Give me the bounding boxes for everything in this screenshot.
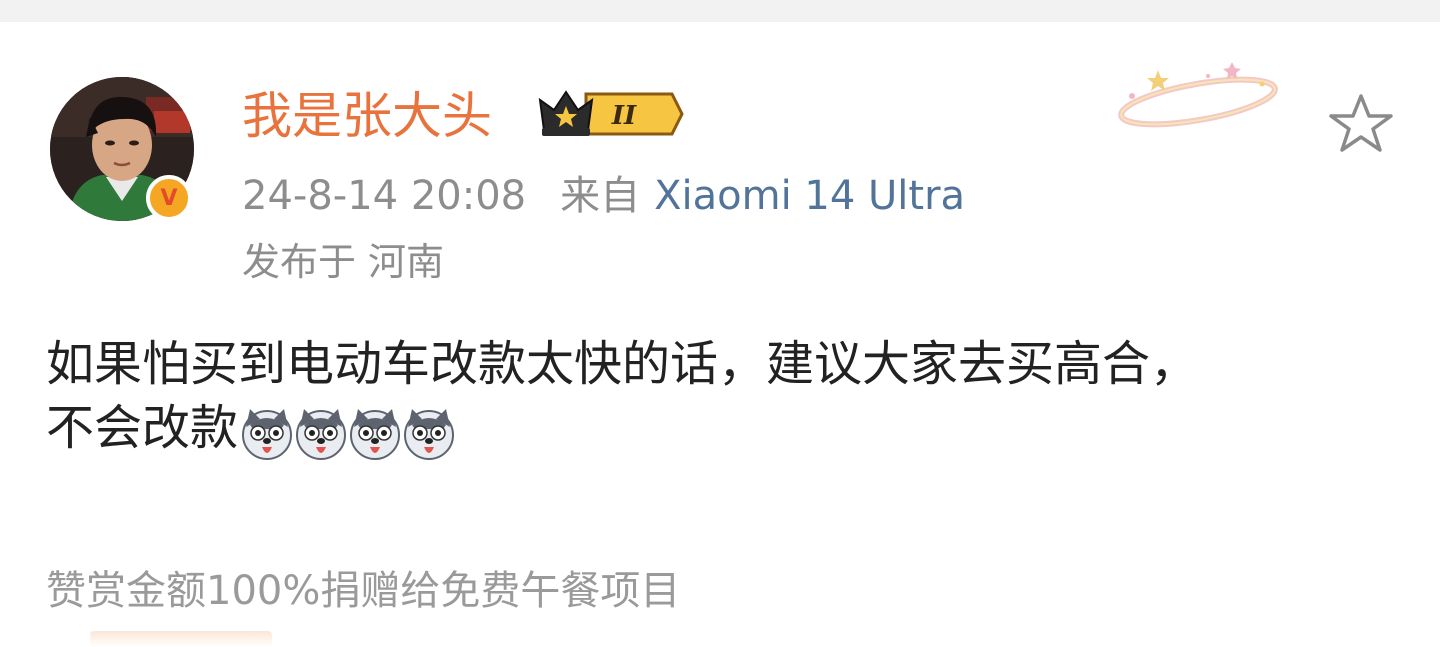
post-body: 如果怕买到电动车改款太快的话，建议大家去买高合， 不会改款: [46, 332, 1416, 463]
post-text-line-2-text: 不会改款: [46, 400, 239, 456]
halo-decoration-icon: [1118, 62, 1278, 128]
source-label: 来自: [560, 173, 641, 219]
post-meta: 24-8-14 20:08 来自 Xiaomi 14 Ultra: [242, 170, 965, 222]
username[interactable]: 我是张大头: [242, 84, 492, 148]
location-label: 发布于: [242, 240, 357, 284]
top-divider-strip: [0, 0, 1440, 22]
location-value: 河南: [368, 240, 445, 284]
husky-dog-emoji: [296, 409, 347, 460]
husky-dog-emoji: [242, 409, 293, 460]
emoji-row: [240, 399, 456, 463]
post-text-line-2: 不会改款: [46, 396, 1416, 463]
post-location: 发布于 河南: [242, 236, 444, 288]
post-time: 24-8-14 20:08: [242, 173, 527, 219]
device-link[interactable]: Xiaomi 14 Ultra: [654, 173, 965, 219]
verified-badge: V: [146, 175, 192, 221]
reward-note: 赞赏金额100%捐赠给免费午餐项目: [46, 568, 681, 614]
level-badge-text: II: [611, 101, 637, 131]
post-text-line-1: 如果怕买到电动车改款太快的话，建议大家去买高合，: [46, 336, 1199, 392]
reward-bar-edge: [90, 631, 272, 647]
husky-dog-emoji: [350, 409, 401, 460]
star-outline-icon[interactable]: [1326, 92, 1396, 156]
husky-dog-emoji: [404, 409, 455, 460]
crown-icon: II: [538, 90, 684, 136]
